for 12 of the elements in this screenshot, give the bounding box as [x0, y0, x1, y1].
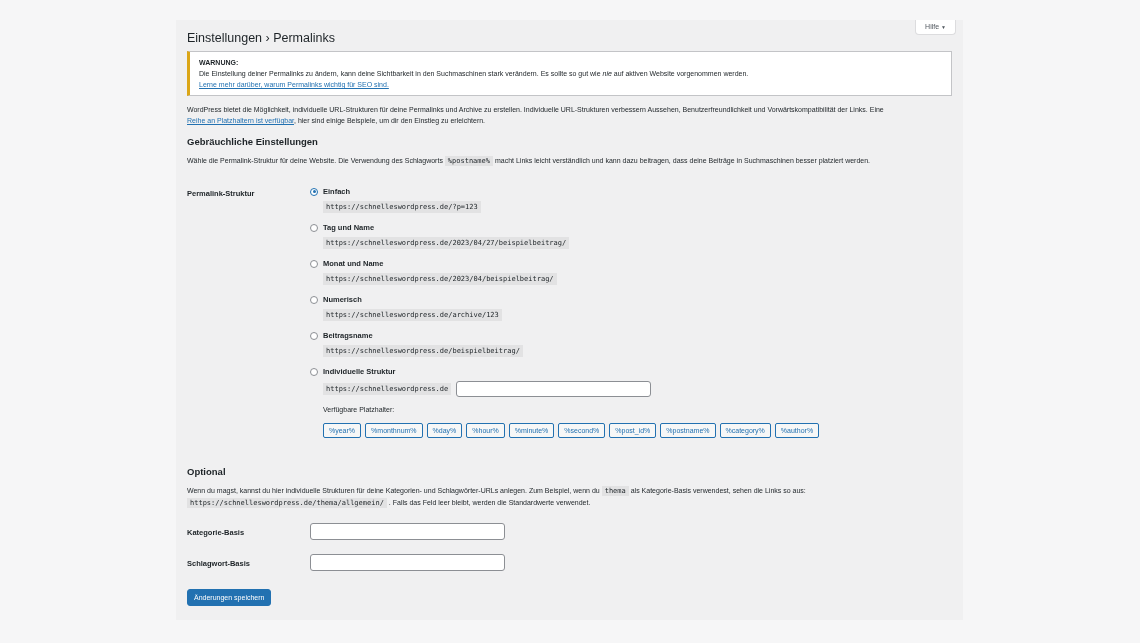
radio-button[interactable] [310, 367, 318, 376]
section-heading: Gebräuchliche Einstellungen [187, 136, 319, 147]
radio-button[interactable] [310, 187, 318, 196]
custom-structure-field[interactable] [456, 381, 652, 397]
text-field[interactable] [310, 523, 505, 540]
section-heading: Optional [187, 466, 227, 477]
page-title: Einstellungen › Permalinks [187, 31, 335, 45]
text-field[interactable] [310, 554, 505, 571]
radio-button[interactable] [310, 223, 318, 232]
radio-button[interactable] [310, 295, 318, 304]
radio-button[interactable] [310, 331, 318, 340]
radio-button[interactable] [310, 259, 318, 268]
